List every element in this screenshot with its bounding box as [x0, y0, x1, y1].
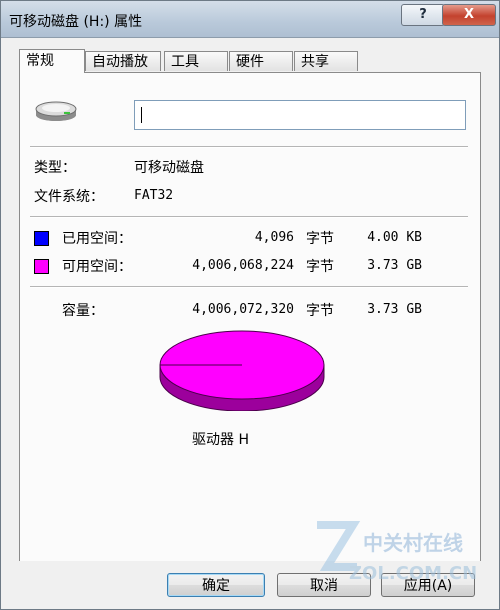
tab-general[interactable]: 常规: [19, 49, 85, 73]
capacity-size: 3.73 GB: [367, 302, 422, 317]
tab-label: 硬件: [236, 54, 264, 70]
tab-label: 共享: [301, 54, 329, 70]
divider: [30, 146, 468, 148]
free-space-unit: 字节: [306, 259, 334, 275]
text-caret: [141, 107, 142, 123]
title-bar[interactable]: 可移动磁盘 (H:) 属性 ? X: [1, 1, 499, 38]
volume-name-input[interactable]: [134, 100, 466, 130]
tab-autoplay[interactable]: 自动播放: [85, 51, 161, 71]
tab-label: 常规: [26, 53, 54, 69]
used-space-size: 4.00 KB: [367, 230, 422, 245]
type-value: 可移动磁盘: [134, 160, 204, 176]
used-space-bytes: 4,096: [254, 230, 294, 245]
tab-strip: 常规 自动播放 工具 硬件 共享: [19, 49, 489, 73]
disk-usage-pie-chart: [159, 330, 325, 411]
tab-hardware[interactable]: 硬件: [229, 51, 293, 71]
used-space-unit: 字节: [306, 231, 334, 247]
window-title: 可移动磁盘 (H:) 属性: [9, 14, 143, 30]
general-panel: 类型： 可移动磁盘 文件系统： FAT32 已用空间： 4,096 字节 4.0…: [19, 72, 481, 562]
properties-window: 可移动磁盘 (H:) 属性 ? X 常规 自动播放 工具 硬件 共享 类型： 可…: [0, 0, 500, 610]
tab-tools[interactable]: 工具: [164, 51, 228, 71]
free-space-label: 可用空间：: [62, 259, 132, 275]
ok-button[interactable]: 确定: [167, 573, 265, 597]
file-system-value: FAT32: [134, 188, 174, 203]
watermark-brand: 中关村在线: [363, 531, 463, 555]
zol-watermark: 中关村在线 ZOL.COM.CN: [313, 511, 493, 603]
tab-sharing[interactable]: 共享: [294, 51, 358, 71]
free-space-size: 3.73 GB: [367, 258, 422, 273]
file-system-label: 文件系统：: [34, 189, 104, 205]
divider: [30, 286, 468, 288]
capacity-bytes: 4,006,072,320: [192, 302, 294, 317]
capacity-unit: 字节: [306, 303, 334, 319]
removable-drive-icon: [35, 101, 77, 121]
divider: [30, 216, 468, 218]
used-space-label: 已用空间：: [62, 231, 132, 247]
free-space-bytes: 4,006,068,224: [192, 258, 294, 273]
close-button[interactable]: X: [442, 4, 496, 26]
drive-label: 驱动器 H: [192, 432, 249, 448]
tab-label: 工具: [171, 54, 199, 70]
type-label: 类型：: [34, 160, 76, 176]
used-space-swatch: [34, 231, 49, 246]
free-space-swatch: [34, 259, 49, 274]
tab-label: 自动播放: [92, 54, 148, 70]
help-button[interactable]: ?: [401, 4, 445, 26]
capacity-label: 容量：: [62, 303, 104, 319]
watermark-url: ZOL.COM.CN: [349, 563, 478, 584]
